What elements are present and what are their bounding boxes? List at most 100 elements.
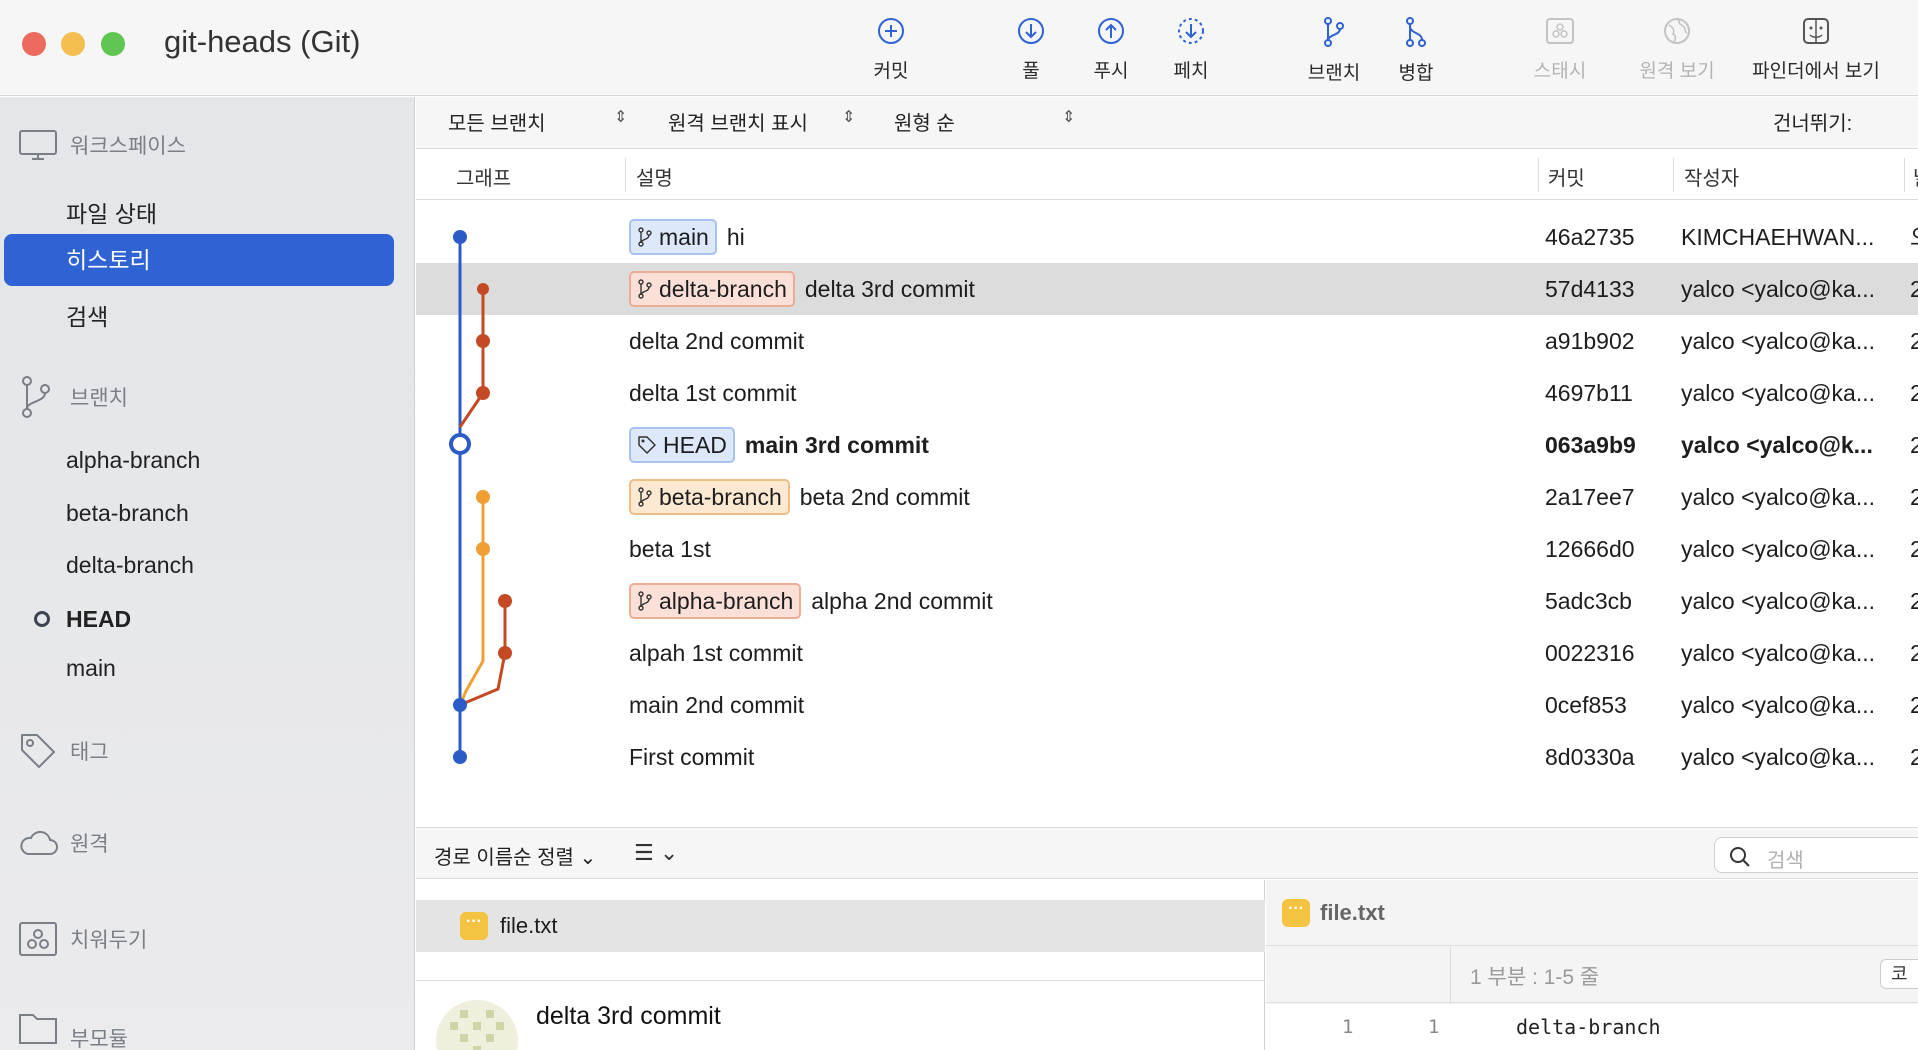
column-divider[interactable] [1673, 158, 1674, 192]
file-search-input[interactable]: 검색 [1714, 837, 1918, 873]
sort-by-path-select[interactable]: 경로 이름순 정렬 ⌄ [434, 841, 596, 870]
sidebar-item-beta-branch[interactable]: beta-branch [66, 500, 189, 527]
commit-hash: a91b902 [1545, 328, 1635, 354]
commit-description: First commit [629, 731, 754, 783]
commit-message: main 2nd commit [629, 691, 805, 718]
commit-author: KIMCHAEHWAN... [1681, 224, 1875, 250]
commit-date: 2 [1910, 380, 1918, 406]
commit-node[interactable] [453, 230, 467, 244]
branch-badge[interactable]: main [629, 219, 717, 255]
commit-node[interactable] [476, 542, 490, 556]
commit-node[interactable] [498, 594, 512, 608]
commit-date: 2 [1910, 328, 1918, 354]
sidebar-item-delta-branch[interactable]: delta-branch [66, 552, 194, 579]
commit-button[interactable]: 커밋 [831, 16, 951, 83]
fetch-icon [1178, 18, 1204, 44]
merge-button[interactable]: 병합 [1356, 16, 1476, 85]
sidebar: 워크스페이스 파일 상태 히스토리 검색 브랜치 alpha-branch be… [0, 97, 415, 1050]
commit-row[interactable]: main 2nd commit 0cef853 yalco <yalco@ka.… [416, 679, 1918, 731]
commit-graph [449, 230, 512, 764]
fetch-button[interactable]: 페치 [1131, 16, 1251, 83]
commit-node[interactable] [476, 334, 490, 348]
modified-file-icon: ··· [1282, 899, 1310, 927]
commit-message: beta 2nd commit [799, 483, 970, 510]
commit-row[interactable]: delta 1st commit 4697b11 yalco <yalco@ka… [416, 367, 1918, 419]
column-date[interactable]: 날 [1913, 162, 1918, 191]
branch-badge[interactable]: alpha-branch [629, 583, 802, 619]
diff-line[interactable]: 1 1 delta-branch [1266, 1004, 1918, 1050]
commit-hash: 57d4133 [1545, 276, 1635, 302]
sidebar-item-head[interactable]: HEAD [66, 606, 131, 633]
close-window-button[interactable] [22, 32, 46, 56]
commit-node[interactable] [476, 386, 490, 400]
sidebar-section-branches[interactable]: 브랜치 [18, 375, 128, 419]
maximize-window-button[interactable] [101, 32, 125, 56]
commit-node[interactable] [453, 750, 467, 764]
commit-author: yalco <yalco@ka... [1681, 328, 1876, 354]
changed-file-row[interactable]: ··· file.txt [416, 900, 1265, 952]
commit-author: yalco <yalco@ka... [1681, 744, 1876, 770]
branch-badge[interactable]: beta-branch [629, 479, 790, 515]
commit-description: alpha-branch alpha 2nd commit [629, 575, 993, 627]
hunk-action-button[interactable]: 코 [1880, 959, 1918, 989]
commit-row[interactable]: beta 1st 12666d0 yalco <yalco@ka... 2 [416, 523, 1918, 575]
workspace-label: 워크스페이스 [70, 135, 186, 158]
title-bar: git-heads (Git) 커밋 풀 푸시 페치 브랜치 병합 스태시 원격… [0, 0, 1918, 96]
file-name: file.txt [500, 913, 558, 938]
commit-row[interactable]: delta-branch delta 3rd commit 57d4133 ya… [416, 263, 1918, 315]
sidebar-item-search[interactable]: 검색 [66, 298, 108, 332]
commit-detail-message: delta 3rd commit [536, 1002, 721, 1030]
commit-row[interactable]: alpah 1st commit 0022316 yalco <yalco@ka… [416, 627, 1918, 679]
sidebar-section-remotes[interactable]: 원격 [18, 828, 109, 858]
stash-button[interactable]: 스태시 [1500, 16, 1620, 83]
commit-row[interactable]: First commit 8d0330a yalco <yalco@ka... … [416, 731, 1918, 783]
sidebar-item-history[interactable]: 히스토리 [4, 234, 394, 286]
branch-badge[interactable]: delta-branch [629, 271, 795, 307]
column-divider[interactable] [1538, 158, 1539, 192]
column-divider[interactable] [625, 158, 626, 192]
merge-icon [1406, 17, 1426, 47]
show-in-finder-button[interactable]: 파인더에서 보기 [1752, 16, 1880, 83]
current-branch-indicator [34, 611, 50, 627]
sidebar-section-workspace[interactable]: 워크스페이스 [18, 128, 186, 162]
stash-icon [1546, 18, 1574, 44]
branch-filter-select[interactable]: 모든 브랜치 [448, 107, 546, 136]
commit-row[interactable]: alpha-branch alpha 2nd commit 5adc3cb ya… [416, 575, 1918, 627]
head-commit-node[interactable] [449, 433, 471, 455]
column-author[interactable]: 작성자 [1684, 162, 1739, 191]
commit-author: yalco <yalco@ka... [1681, 536, 1876, 562]
commit-node[interactable] [477, 283, 489, 295]
diff-file-name: file.txt [1320, 900, 1385, 925]
commit-node[interactable] [498, 646, 512, 660]
commit-message: alpha 2nd commit [811, 587, 993, 614]
sidebar-item-file-status[interactable]: 파일 상태 [66, 195, 157, 229]
commit-author: yalco <yalco@ka... [1681, 692, 1876, 718]
commit-author: yalco <yalco@k... [1681, 432, 1873, 458]
column-commit[interactable]: 커밋 [1548, 162, 1585, 191]
remote-branch-toggle-select[interactable]: 원격 브랜치 표시 [668, 107, 808, 136]
remote-view-button[interactable]: 원격 보기 [1617, 16, 1737, 83]
sidebar-section-tags[interactable]: 태그 [18, 731, 109, 771]
commit-node[interactable] [476, 490, 490, 504]
commit-row[interactable]: delta 2nd commit a91b902 yalco <yalco@ka… [416, 315, 1918, 367]
commit-node[interactable] [453, 698, 467, 712]
sidebar-item-alpha-branch[interactable]: alpha-branch [66, 447, 200, 474]
commit-author: yalco <yalco@ka... [1681, 380, 1876, 406]
commit-row[interactable]: main hi 46a2735 KIMCHAEHWAN... 오 [416, 211, 1918, 263]
column-divider[interactable] [1904, 158, 1905, 192]
column-description[interactable]: 설명 [636, 162, 673, 191]
minimize-window-button[interactable] [61, 32, 85, 56]
commit-description: delta-branch delta 3rd commit [629, 263, 975, 315]
column-graph[interactable]: 그래프 [456, 162, 511, 191]
commit-row[interactable]: HEAD main 3rd commit 063a9b9 yalco <yalc… [416, 419, 1918, 471]
sidebar-section-submodules[interactable]: 부모듈 [18, 1009, 128, 1050]
order-select[interactable]: 원형 순 [894, 107, 955, 136]
commit-row[interactable]: beta-branch beta 2nd commit 2a17ee7 yalc… [416, 471, 1918, 523]
view-mode-select[interactable]: ☰ ⌄ [634, 840, 678, 866]
sidebar-section-stashes[interactable]: 치워두기 [18, 921, 147, 957]
tag-badge[interactable]: HEAD [629, 427, 735, 463]
sidebar-item-main[interactable]: main [66, 655, 116, 682]
new-line-number: 1 [1428, 1016, 1440, 1038]
commit-hash: 0cef853 [1545, 692, 1627, 718]
show-in-finder-label: 파인더에서 보기 [1752, 61, 1880, 82]
